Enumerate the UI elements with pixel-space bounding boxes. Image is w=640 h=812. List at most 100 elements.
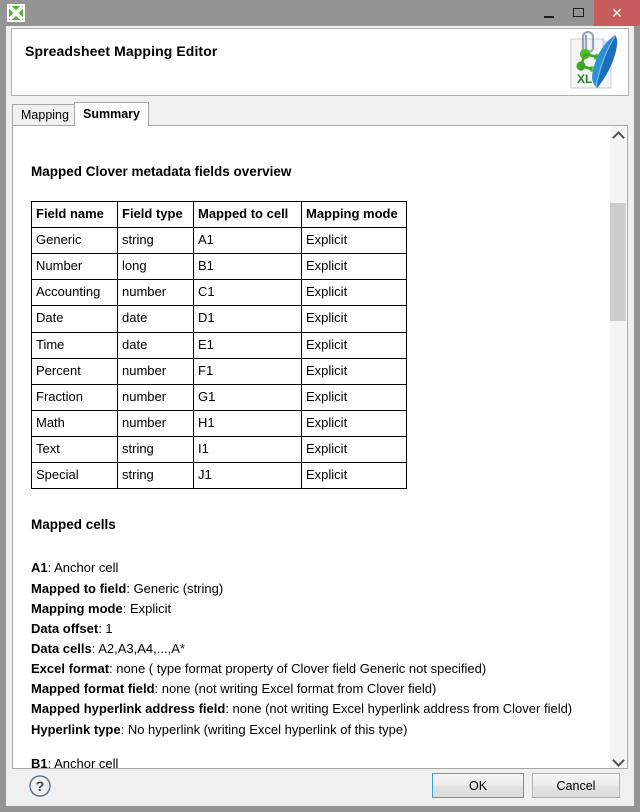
property-label: Mapped hyperlink address field bbox=[31, 701, 226, 717]
property-value: : No hyperlink (writing Excel hyperlink … bbox=[120, 721, 408, 737]
metadata-fields-table-body: Generic string A1 Explicit Number long B1 Expli… bbox=[31, 227, 407, 490]
table-cell: string bbox=[117, 436, 194, 464]
property-label: Excel format bbox=[31, 661, 110, 677]
table-cell: Text bbox=[31, 436, 118, 464]
xls-clover-logo: XLS bbox=[559, 30, 621, 93]
property-label: Data cells bbox=[31, 640, 92, 656]
column-header-mapping-mode: Mapping mode bbox=[301, 200, 407, 229]
spreadsheet-icon-glyph bbox=[9, 6, 23, 20]
tab-mapping[interactable]: Mapping bbox=[12, 104, 78, 126]
table-cell: Explicit bbox=[301, 357, 407, 385]
scrollbar-thumb[interactable] bbox=[610, 203, 626, 321]
tab-strip: Mapping Summary bbox=[12, 102, 628, 127]
property-label: Mapped format field bbox=[31, 681, 155, 697]
table-cell: Special bbox=[31, 462, 118, 490]
property-value: : 1 bbox=[98, 620, 113, 636]
property-label: Hyperlink type bbox=[31, 721, 121, 737]
page-title: Spreadsheet Mapping Editor bbox=[25, 43, 218, 59]
mapped-cell-heading: A1: Anchor cell bbox=[31, 558, 599, 578]
table-cell: Explicit bbox=[301, 279, 407, 307]
table-cell: string bbox=[117, 227, 194, 255]
mapped-cell-kind: : Anchor cell bbox=[47, 560, 119, 576]
scroll-down-button[interactable] bbox=[610, 752, 626, 768]
table-cell: Accounting bbox=[31, 279, 118, 307]
table-cell: long bbox=[117, 253, 194, 281]
ok-button[interactable]: OK bbox=[432, 773, 524, 798]
maximize-button[interactable] bbox=[564, 0, 594, 26]
mapped-cell-property: Mapped to field: Generic (string) bbox=[31, 579, 599, 599]
overview-heading: Mapped Clover metadata fields overview bbox=[31, 164, 292, 179]
table-cell: Number bbox=[31, 253, 118, 281]
property-label: Mapped to field bbox=[31, 580, 127, 596]
metadata-fields-table: Field name Field type Mapped to cell Map… bbox=[31, 200, 407, 490]
help-button[interactable]: ? bbox=[28, 774, 52, 798]
mapped-cell-property: Mapped format field: none (not writing E… bbox=[31, 679, 599, 699]
table-cell: B1 bbox=[193, 253, 302, 281]
dialog-button-bar: ? OK Cancel bbox=[6, 770, 634, 806]
table-row: Percent number F1 Explicit bbox=[31, 357, 407, 385]
summary-content-pane: Mapped Clover metadata fields overview F… bbox=[12, 125, 628, 769]
minimize-icon bbox=[544, 16, 554, 18]
title-bar: ✕ bbox=[0, 0, 640, 26]
property-value: : none ( type format property of Clover … bbox=[109, 661, 487, 677]
mapped-cells-list: A1: Anchor cell Mapped to field: Generic … bbox=[31, 558, 599, 768]
table-cell: A1 bbox=[193, 227, 302, 255]
table-cell: Explicit bbox=[301, 436, 407, 464]
table-row: Time date E1 Explicit bbox=[31, 331, 407, 359]
mapped-cell-name: B1 bbox=[31, 755, 48, 768]
close-button[interactable]: ✕ bbox=[594, 0, 640, 26]
table-row: Number long B1 Explicit bbox=[31, 253, 407, 281]
tab-summary[interactable]: Summary bbox=[74, 102, 149, 127]
cancel-button[interactable]: Cancel bbox=[532, 773, 620, 798]
table-cell: Fraction bbox=[31, 383, 118, 412]
column-header-field-type: Field type bbox=[117, 200, 194, 229]
mapped-cell-name: A1 bbox=[31, 560, 48, 576]
column-header-mapped-to-cell: Mapped to cell bbox=[193, 200, 302, 229]
table-cell: Explicit bbox=[301, 462, 407, 490]
mapped-cell-property: Data cells: A2,A3,A4,...,A* bbox=[31, 639, 599, 659]
table-cell: number bbox=[117, 383, 194, 412]
table-cell: J1 bbox=[193, 462, 302, 490]
help-icon: ? bbox=[29, 775, 51, 797]
table-cell: Explicit bbox=[301, 227, 407, 255]
table-cell: E1 bbox=[193, 331, 302, 359]
column-header-field-name: Field name bbox=[31, 200, 118, 229]
table-header-row: Field name Field type Mapped to cell Map… bbox=[31, 200, 407, 229]
table-row: Generic string A1 Explicit bbox=[31, 227, 407, 255]
dialog-header: Spreadsheet Mapping Editor XLS bbox=[11, 28, 629, 96]
table-row: Special string J1 Explicit bbox=[31, 462, 407, 490]
mapped-cell-heading: B1: Anchor cell bbox=[31, 754, 599, 768]
scroll-up-button[interactable] bbox=[610, 127, 626, 144]
table-cell: Explicit bbox=[301, 383, 407, 412]
table-cell: Generic bbox=[31, 227, 118, 255]
table-cell: F1 bbox=[193, 357, 302, 385]
table-cell: number bbox=[117, 279, 194, 307]
table-row: Fraction number G1 Explicit bbox=[31, 383, 407, 412]
property-label: Mapping mode bbox=[31, 600, 123, 616]
dialog-body: Spreadsheet Mapping Editor XLS Mapping S… bbox=[6, 26, 634, 806]
mapped-cell-property: Hyperlink type: No hyperlink (writing Ex… bbox=[31, 720, 599, 740]
property-value: : Generic (string) bbox=[126, 580, 224, 596]
table-cell: Date bbox=[31, 305, 118, 333]
minimize-button[interactable] bbox=[534, 0, 564, 26]
table-row: Math number H1 Explicit bbox=[31, 410, 407, 438]
mapped-cell-property: Data offset: 1 bbox=[31, 619, 599, 639]
table-cell: Explicit bbox=[301, 305, 407, 333]
table-row: Text string I1 Explicit bbox=[31, 436, 407, 464]
svg-text:?: ? bbox=[36, 778, 45, 794]
table-cell: Math bbox=[31, 410, 118, 438]
property-value: : A2,A3,A4,...,A* bbox=[91, 640, 185, 656]
mapped-cell-properties: Mapped to field: Generic (string) Mapping… bbox=[31, 579, 599, 740]
maximize-icon bbox=[573, 8, 584, 17]
vertical-scrollbar[interactable] bbox=[609, 127, 626, 768]
chevron-up-icon bbox=[612, 131, 625, 144]
close-icon: ✕ bbox=[611, 5, 623, 21]
table-cell: number bbox=[117, 357, 194, 385]
mapped-cell-block: A1: Anchor cell Mapped to field: Generic … bbox=[31, 558, 599, 739]
mapped-cell-property: Mapped hyperlink address field: none (no… bbox=[31, 699, 599, 719]
mapped-cells-heading: Mapped cells bbox=[31, 517, 116, 533]
table-cell: Percent bbox=[31, 357, 118, 385]
application-window: ✕ Spreadsheet Mapping Editor XLS Mapping… bbox=[0, 0, 640, 812]
mapped-cell-property: Excel format: none ( type format propert… bbox=[31, 659, 599, 679]
property-value: : none (not writing Excel format from Cl… bbox=[154, 681, 437, 697]
